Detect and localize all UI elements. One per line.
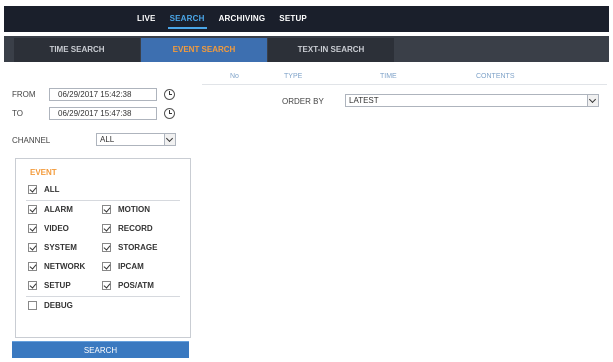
event-label-network: NETWORK <box>44 262 86 271</box>
tab-time-search[interactable]: TIME SEARCH <box>14 38 140 62</box>
nav-live[interactable]: LIVE <box>137 6 156 32</box>
top-nav: LIVE SEARCH ARCHIVING SETUP <box>137 6 321 32</box>
checkbox-icon <box>28 301 37 310</box>
from-datetime-input[interactable]: 06/29/2017 15:42:38 <box>49 88 157 101</box>
channel-select-value: ALL <box>100 135 115 144</box>
event-label-record: RECORD <box>118 224 153 233</box>
checkbox-icon <box>102 205 111 214</box>
channel-select[interactable]: ALL <box>96 133 176 146</box>
checkbox-icon <box>28 185 37 194</box>
event-checkbox-network[interactable]: NETWORK <box>28 262 85 271</box>
event-checkbox-alarm[interactable]: ALARM <box>28 205 73 214</box>
column-header-contents[interactable]: CONTENTS <box>476 73 515 80</box>
top-nav-bar: LIVE SEARCH ARCHIVING SETUP <box>4 6 609 32</box>
event-label-alarm: ALARM <box>44 205 73 214</box>
nav-setup[interactable]: SETUP <box>279 6 307 32</box>
checkbox-icon <box>28 205 37 214</box>
nav-archiving[interactable]: ARCHIVING <box>219 6 266 32</box>
chevron-down-icon <box>164 134 175 145</box>
column-header-time[interactable]: TIME <box>380 73 397 80</box>
event-label-ipcam: IPCAM <box>118 262 144 271</box>
column-header-type[interactable]: TYPE <box>284 73 302 80</box>
checkbox-icon <box>102 243 111 252</box>
search-button[interactable]: SEARCH <box>12 341 189 358</box>
checkbox-icon <box>28 243 37 252</box>
event-checkbox-debug[interactable]: DEBUG <box>28 301 73 310</box>
event-checkbox-storage[interactable]: STORAGE <box>102 243 157 252</box>
divider <box>26 200 180 201</box>
event-label-motion: MOTION <box>118 205 150 214</box>
from-label: FROM <box>12 90 36 99</box>
chevron-down-icon <box>587 95 598 106</box>
to-datetime-input[interactable]: 06/29/2017 15:47:38 <box>49 107 157 120</box>
checkbox-icon <box>28 224 37 233</box>
event-label-setup: SETUP <box>44 281 71 290</box>
event-checkbox-motion[interactable]: MOTION <box>102 205 150 214</box>
to-clock-icon[interactable] <box>164 108 175 119</box>
event-checkbox-ipcam[interactable]: IPCAM <box>102 262 144 271</box>
event-label-video: VIDEO <box>44 224 69 233</box>
event-checkbox-record[interactable]: RECORD <box>102 224 153 233</box>
from-clock-icon[interactable] <box>164 89 175 100</box>
event-checkbox-setup[interactable]: SETUP <box>28 281 71 290</box>
event-checkbox-system[interactable]: SYSTEM <box>28 243 77 252</box>
order-by-value: LATEST <box>349 96 379 105</box>
checkbox-icon <box>102 281 111 290</box>
event-filter-box: EVENT ALL ALARM MOTION VIDEO RECORD SYST… <box>15 158 191 338</box>
event-label-debug: DEBUG <box>44 301 73 310</box>
tab-text-in-search[interactable]: TEXT-IN SEARCH <box>268 38 394 62</box>
event-checkbox-all[interactable]: ALL <box>28 185 60 194</box>
event-label-system: SYSTEM <box>44 243 77 252</box>
channel-label: CHANNEL <box>12 136 51 145</box>
event-checkbox-pos-atm[interactable]: POS/ATM <box>102 281 154 290</box>
checkbox-icon <box>102 262 111 271</box>
search-tab-bar: TIME SEARCH EVENT SEARCH TEXT-IN SEARCH <box>4 36 609 62</box>
event-label-pos-atm: POS/ATM <box>118 281 154 290</box>
checkbox-icon <box>28 281 37 290</box>
order-by-label: ORDER BY <box>282 97 324 106</box>
tab-event-search[interactable]: EVENT SEARCH <box>141 38 267 62</box>
checkbox-icon <box>28 262 37 271</box>
column-header-no[interactable]: No <box>230 73 239 80</box>
event-label-storage: STORAGE <box>118 243 158 252</box>
divider <box>26 296 180 297</box>
event-title: EVENT <box>30 168 57 177</box>
event-checkbox-video[interactable]: VIDEO <box>28 224 69 233</box>
to-label: TO <box>12 109 23 118</box>
event-label-all: ALL <box>44 185 60 194</box>
results-table-header: No TYPE TIME CONTENTS <box>202 73 607 85</box>
checkbox-icon <box>102 224 111 233</box>
nav-search[interactable]: SEARCH <box>167 6 207 32</box>
order-by-select[interactable]: LATEST <box>345 94 599 107</box>
